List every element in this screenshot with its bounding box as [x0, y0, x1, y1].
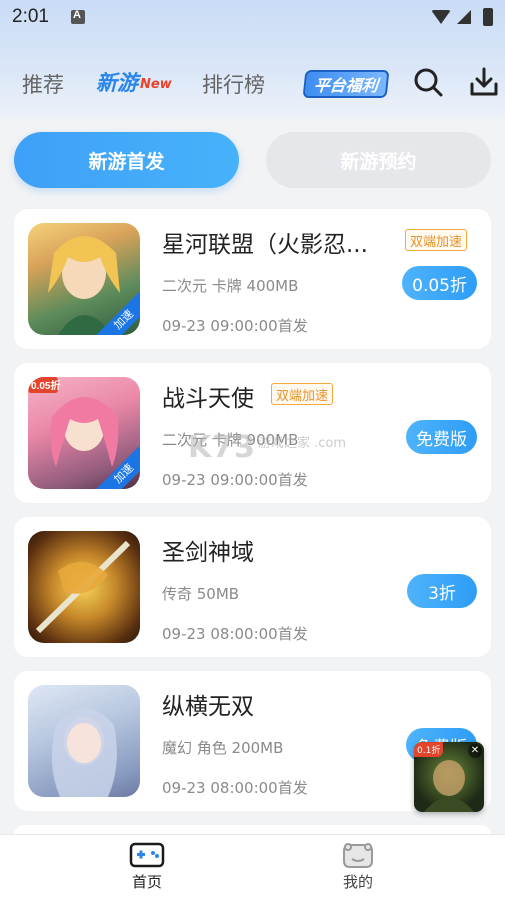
game-meta: 二次元 卡牌 400MB — [162, 277, 299, 295]
platform-welfare-button[interactable]: 平台福利 — [302, 70, 390, 98]
game-title: 战斗天使 — [162, 386, 254, 412]
game-card[interactable]: 加速 星河联盟（火影忍... 双端加速 二次元 卡牌 400MB 09-23 0… — [14, 209, 491, 349]
game-title: 圣剑神域 — [162, 540, 254, 566]
bottom-nav: 首页 我的 — [0, 834, 505, 897]
battery-icon — [483, 8, 493, 26]
game-thumbnail — [28, 531, 140, 643]
game-release-date: 09-23 09:00:00首发 — [162, 317, 308, 335]
bottom-nav-mine-label: 我的 — [342, 873, 373, 891]
game-meta: 传奇 50MB — [162, 585, 240, 603]
tab-new-games-label: 新游 — [96, 71, 138, 95]
watermark-text: 游戏之家 .com — [258, 436, 347, 451]
game-card[interactable]: 圣剑神域 传奇 50MB 09-23 08:00:00首发 3折 — [14, 517, 491, 657]
dual-speed-tag: 双端加速 — [405, 229, 468, 251]
dragon-sword-art-icon — [35, 540, 131, 634]
tab-ranking[interactable]: 排行榜 — [202, 69, 265, 99]
notification-icon — [70, 9, 85, 24]
watermark-logo: K73 — [188, 430, 256, 465]
close-icon[interactable]: ✕ — [468, 744, 482, 758]
game-release-date: 09-23 08:00:00首发 — [162, 625, 308, 643]
wifi-icon — [431, 10, 451, 24]
dual-speed-tag: 双端加速 — [271, 383, 334, 405]
game-thumbnail: 0.05折 加速 — [28, 377, 140, 489]
segment-new-release[interactable]: 新游首发 — [14, 132, 239, 188]
game-thumbnail — [28, 685, 140, 797]
status-bar: 2:01 — [0, 0, 505, 34]
search-icon[interactable] — [412, 66, 444, 98]
tab-recommend[interactable]: 推荐 — [22, 69, 64, 99]
character-art-icon — [51, 708, 117, 797]
game-title: 纵横无双 — [162, 694, 254, 720]
segment-pre-order[interactable]: 新游预约 — [266, 132, 491, 188]
tab-new-games[interactable]: 新游 New — [96, 67, 172, 97]
bottom-nav-home[interactable]: 首页 — [107, 841, 187, 892]
bottom-nav-home-label: 首页 — [131, 873, 162, 891]
status-time: 2:01 — [12, 6, 49, 27]
bottom-nav-mine[interactable]: 我的 — [318, 841, 398, 892]
game-meta: 魔幻 角色 200MB — [162, 739, 284, 757]
top-nav: 推荐 新游 New 排行榜 平台福利 — [0, 56, 505, 110]
price-button[interactable]: 免费版 — [406, 420, 477, 454]
svg-text:0.05折: 0.05折 — [31, 379, 60, 392]
price-button[interactable]: 0.05折 — [402, 266, 477, 300]
main-content: 新游首发 新游预约 加速 星河联盟（火影忍... 双端加速 二次元 卡牌 400… — [0, 118, 505, 845]
price-button[interactable]: 3折 — [407, 574, 477, 608]
game-title: 星河联盟（火影忍... — [162, 232, 368, 258]
game-release-date: 09-23 08:00:00首发 — [162, 779, 308, 797]
signal-icon — [457, 10, 471, 24]
gamepad-icon — [129, 842, 165, 868]
floating-ad[interactable]: 0.1折 ✕ — [414, 742, 484, 812]
download-icon[interactable] — [468, 66, 500, 98]
ad-discount-tag: 0.1折 — [414, 742, 444, 757]
game-release-date: 09-23 09:00:00首发 — [162, 471, 308, 489]
profile-face-icon — [343, 843, 373, 868]
new-badge: New — [140, 77, 172, 92]
game-thumbnail: 加速 — [28, 223, 140, 335]
